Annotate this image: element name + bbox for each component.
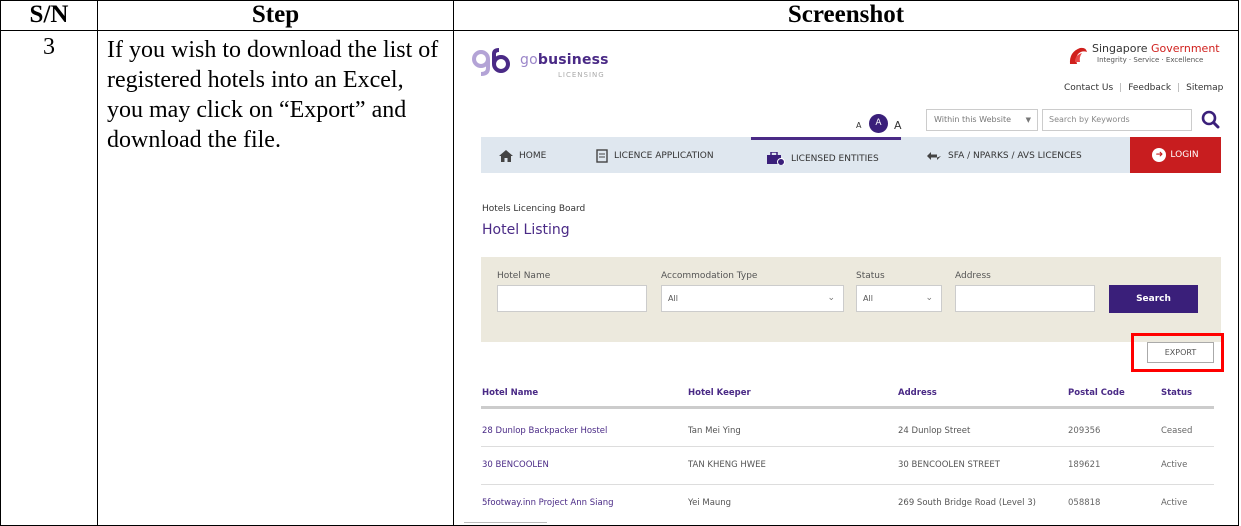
search-icon[interactable]	[1197, 109, 1223, 131]
logo-wordmark: gobusiness	[520, 52, 609, 68]
page-title: Hotel Listing	[482, 222, 570, 238]
gobusiness-logo-icon	[472, 48, 510, 76]
column-hotel-name[interactable]: Hotel Name	[482, 388, 538, 398]
table-row-keeper: TAN KHENG HWEE	[688, 460, 766, 470]
table-row-postal: 209356	[1068, 426, 1101, 436]
row-divider	[481, 446, 1214, 447]
column-postal-code[interactable]: Postal Code	[1068, 388, 1125, 398]
table-row-status: Active	[1161, 498, 1188, 508]
contact-us-link[interactable]: Contact Us	[1064, 83, 1113, 93]
login-button[interactable]: ➜ LOGIN	[1130, 137, 1221, 173]
home-icon	[499, 149, 513, 162]
keyword-search-input[interactable]: Search by Keywords	[1042, 109, 1192, 131]
address-label: Address	[955, 271, 991, 281]
nav-home[interactable]: HOME	[499, 137, 546, 173]
column-status[interactable]: Status	[1161, 388, 1192, 398]
table-row-postal: 189621	[1068, 460, 1101, 470]
table-row-status: Ceased	[1161, 426, 1193, 436]
breadcrumb[interactable]: Hotels Licencing Board	[482, 204, 585, 214]
accommodation-type-label: Accommodation Type	[661, 271, 758, 281]
status-select[interactable]: All ⌄	[856, 285, 942, 312]
export-button[interactable]: EXPORT	[1147, 342, 1214, 363]
header-screenshot: Screenshot	[453, 0, 1239, 31]
exchange-icon	[927, 151, 941, 160]
chevron-down-icon: ⌄	[827, 293, 835, 303]
font-size-medium[interactable]: A	[869, 114, 888, 133]
step-number: 3	[0, 30, 98, 526]
font-size-large[interactable]: A	[894, 119, 902, 132]
table-row-name[interactable]: 5footway.inn Project Ann Siang	[482, 498, 613, 508]
header-sn: S/N	[0, 0, 98, 31]
gov-tagline: Integrity · Service · Excellence	[1097, 56, 1204, 64]
column-address[interactable]: Address	[898, 388, 937, 398]
search-button[interactable]: Search	[1109, 285, 1198, 313]
table-row-keeper: Yei Maung	[688, 498, 732, 508]
step-description: If you wish to download the list of regi…	[97, 30, 454, 526]
accommodation-type-select[interactable]: All ⌄	[661, 285, 844, 312]
briefcase-icon	[767, 151, 785, 166]
table-row-name[interactable]: 30 BENCOOLEN	[482, 460, 549, 470]
filter-panel: Hotel Name Accommodation Type All ⌄ Statu…	[481, 257, 1221, 342]
nav-licence-application[interactable]: LICENCE APPLICATION	[596, 137, 714, 173]
search-scope-select[interactable]: Within this Website ▼	[926, 109, 1038, 131]
scrollbar-stub	[464, 522, 547, 524]
table-row-status: Active	[1161, 460, 1188, 470]
table-row-keeper: Tan Mei Ying	[688, 426, 741, 436]
row-divider	[481, 484, 1214, 485]
address-input[interactable]	[955, 285, 1095, 312]
status-label: Status	[856, 271, 885, 281]
hotel-name-input[interactable]	[497, 285, 647, 312]
table-row-address: 24 Dunlop Street	[898, 426, 971, 436]
singapore-lion-icon	[1069, 47, 1087, 64]
table-row-name[interactable]: 28 Dunlop Backpacker Hostel	[482, 426, 607, 436]
feedback-link[interactable]: Feedback	[1128, 83, 1171, 93]
table-row-postal: 058818	[1068, 498, 1101, 508]
chevron-down-icon: ▼	[1025, 116, 1031, 124]
logo-subtitle: LICENSING	[558, 71, 605, 79]
gobusiness-screenshot: gobusiness LICENSING Singapore Governmen…	[464, 36, 1228, 524]
column-hotel-keeper[interactable]: Hotel Keeper	[688, 388, 751, 398]
table-row-address: 30 BENCOOLEN STREET	[898, 460, 1000, 470]
hotel-name-label: Hotel Name	[497, 271, 551, 281]
arrow-right-icon: ➜	[1152, 147, 1167, 162]
sitemap-link[interactable]: Sitemap	[1186, 83, 1223, 93]
main-nav: HOME LICENCE APPLICATION LICENSED ENTITI…	[481, 137, 1221, 173]
header-step: Step	[97, 0, 454, 31]
document-icon	[596, 148, 608, 163]
chevron-down-icon: ⌄	[925, 293, 933, 303]
nav-licensed-entities[interactable]: LICENSED ENTITIES	[751, 137, 901, 173]
table-row-address: 269 South Bridge Road (Level 3)	[898, 498, 1036, 508]
utility-links: Contact Us | Feedback | Sitemap	[1064, 83, 1224, 93]
font-size-small[interactable]: A	[856, 121, 861, 130]
gov-name: Singapore Government	[1092, 42, 1220, 55]
header-divider	[481, 406, 1214, 409]
nav-sfa-nparks-avs[interactable]: SFA / NPARKS / AVS LICENCES	[926, 137, 1082, 173]
